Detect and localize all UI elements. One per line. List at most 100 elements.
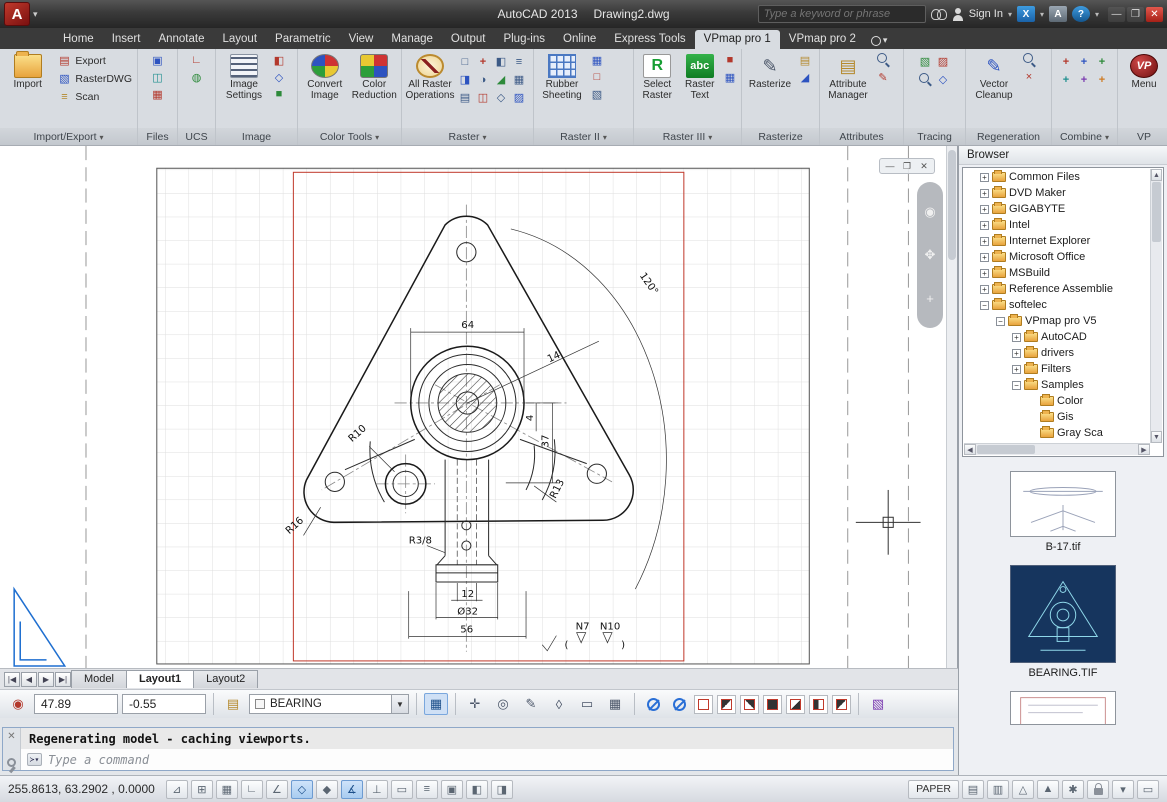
attributes-tool-icon[interactable] — [875, 52, 891, 68]
snap-tool-icon[interactable]: ✛ — [463, 693, 487, 715]
raster-fill-tool-icon[interactable] — [763, 695, 782, 714]
tree-item[interactable]: drivers — [964, 345, 1150, 361]
command-recent-icon[interactable]: ≻▾ — [27, 753, 42, 766]
raster-fill-tool-icon[interactable] — [832, 695, 851, 714]
expand-icon[interactable] — [1012, 365, 1021, 374]
raster-tool-icon[interactable] — [457, 72, 473, 87]
expand-icon[interactable] — [980, 253, 989, 262]
paper-model-toggle[interactable]: PAPER — [908, 780, 959, 799]
export-button[interactable]: Export — [54, 52, 134, 69]
raster-fill-tool-icon[interactable] — [809, 695, 828, 714]
ribbon-minimize-icon[interactable]: ▾ — [871, 35, 888, 49]
viewport-restore-icon[interactable]: ❐ — [900, 160, 914, 172]
ribbon-tab-plugins[interactable]: Plug-ins — [494, 30, 554, 49]
group-label-attributes[interactable]: Attributes — [820, 128, 903, 145]
ribbon-tab-annotate[interactable]: Annotate — [149, 30, 213, 49]
raster-tool-icon[interactable] — [457, 54, 473, 69]
command-window[interactable]: ✕ Regenerating model - caching viewports… — [2, 727, 954, 771]
command-prompt[interactable]: ≻▾ Type a command — [21, 749, 953, 770]
group-label-import-export[interactable]: Import/Export — [0, 128, 137, 145]
expand-icon[interactable] — [980, 205, 989, 214]
ribbon-tab-parametric[interactable]: Parametric — [266, 30, 340, 49]
group-label-raster3[interactable]: Raster III — [634, 128, 741, 145]
search-input[interactable] — [758, 5, 926, 23]
group-label-rasterize[interactable]: Rasterize — [742, 128, 819, 145]
rasterdwg-button[interactable]: RasterDWG — [54, 70, 134, 87]
snap-mode-icon[interactable]: ⊞ — [191, 780, 213, 799]
raster-fill-tool-icon[interactable] — [694, 695, 713, 714]
quick-view-drawings-icon[interactable]: ▥ — [987, 780, 1009, 799]
rubber-sheeting-button[interactable]: Rubber Sheeting — [537, 52, 587, 103]
drawing-canvas[interactable]: 120° 64 14 37 4 — [0, 146, 958, 668]
convert-image-button[interactable]: Convert Image — [301, 52, 349, 103]
group-label-vp[interactable]: VP — [1118, 128, 1167, 145]
group-label-color-tools[interactable]: Color Tools — [298, 128, 401, 145]
tree-item[interactable]: softelec — [964, 297, 1150, 313]
group-label-raster[interactable]: Raster — [402, 128, 533, 145]
group-label-ucs[interactable]: UCS — [178, 128, 215, 145]
annotation-scale-icon[interactable]: △ — [1012, 780, 1034, 799]
combine-tool-icon[interactable] — [1076, 72, 1092, 87]
scroll-up-icon[interactable]: ▲ — [1151, 169, 1162, 181]
select-grid-tool-icon[interactable]: ▦ — [603, 693, 627, 715]
tree-item[interactable]: Gis — [964, 409, 1150, 425]
all-raster-operations-button[interactable]: All Raster Operations — [405, 52, 455, 103]
raster-fill-tool-icon[interactable] — [786, 695, 805, 714]
collapse-icon[interactable] — [980, 301, 989, 310]
last-layout-icon[interactable]: ▶| — [55, 672, 71, 687]
tab-layout2[interactable]: Layout2 — [193, 670, 258, 688]
tree-item[interactable]: Gray Sca — [964, 425, 1150, 441]
tree-horizontal-scrollbar[interactable]: ◀ ▶ — [964, 443, 1150, 455]
navigation-bar[interactable]: ◉ ✥ + — [917, 182, 943, 328]
group-label-files[interactable]: Files — [138, 128, 177, 145]
close-button[interactable]: ✕ — [1146, 7, 1163, 22]
dynamic-input-icon[interactable]: ▭ — [391, 780, 413, 799]
raster-tool-icon[interactable] — [475, 90, 491, 105]
image-settings-button[interactable]: Image Settings — [219, 52, 269, 103]
transparency-icon[interactable]: ▣ — [441, 780, 463, 799]
combine-tool-icon[interactable] — [1076, 54, 1092, 69]
scroll-right-icon[interactable]: ▶ — [1138, 444, 1150, 455]
image-tool-icon[interactable] — [271, 69, 287, 85]
tree-item[interactable]: Filters — [964, 361, 1150, 377]
command-customize-icon[interactable] — [7, 758, 16, 767]
image-tool-icon[interactable] — [271, 86, 287, 102]
help-icon[interactable]: ? — [1072, 6, 1090, 22]
tree-vertical-scrollbar[interactable]: ▲ ▼ — [1150, 169, 1162, 443]
thumbnail-partial[interactable] — [1010, 691, 1116, 725]
next-layout-icon[interactable]: ▶ — [38, 672, 54, 687]
sign-in-link[interactable]: Sign In — [969, 8, 1003, 20]
tree-item[interactable]: Common Files — [964, 169, 1150, 185]
file-copy-icon[interactable] — [150, 69, 166, 85]
tree-item[interactable]: VPmap pro V5 — [964, 313, 1150, 329]
viewport-minimize-icon[interactable]: — — [883, 160, 897, 172]
infer-constraints-icon[interactable]: ⊿ — [166, 780, 188, 799]
toolbar-lock-icon[interactable] — [1087, 780, 1109, 799]
raster-tool-icon[interactable] — [475, 54, 491, 69]
ribbon-tab-layout[interactable]: Layout — [214, 30, 267, 49]
lineweight-icon[interactable]: ≡ — [416, 780, 438, 799]
tracker-icon[interactable]: ◉ — [6, 693, 30, 715]
ribbon-tab-express-tools[interactable]: Express Tools — [605, 30, 694, 49]
expand-icon[interactable] — [980, 269, 989, 278]
file-grid-icon[interactable] — [150, 86, 166, 102]
object-snap-tracking-icon[interactable]: ∡ — [341, 780, 363, 799]
grid-display-icon[interactable]: ▦ — [216, 780, 238, 799]
folder-tree[interactable]: Common Files DVD Maker GIGABYTE Intel In… — [962, 167, 1164, 457]
minimize-button[interactable]: — — [1108, 7, 1125, 22]
tracing-tool-icon[interactable] — [935, 72, 951, 87]
tree-item[interactable]: Microsoft Office — [964, 249, 1150, 265]
tracing-magnifier-icon[interactable] — [917, 72, 933, 87]
raster3-tool-icon[interactable] — [722, 52, 738, 68]
combine-tool-icon[interactable] — [1058, 54, 1074, 69]
layers-icon[interactable]: ▤ — [221, 693, 245, 715]
combine-tool-icon[interactable] — [1058, 72, 1074, 87]
raster-tool-icon[interactable] — [493, 72, 509, 87]
thumbnail-b17[interactable] — [1010, 471, 1116, 537]
tab-layout1[interactable]: Layout1 — [126, 670, 194, 688]
rasterize-button[interactable]: ✎ Rasterize — [745, 52, 795, 93]
ucs-world-icon[interactable] — [189, 69, 205, 85]
tree-item[interactable]: DVD Maker — [964, 185, 1150, 201]
select-raster-button[interactable]: R Select Raster — [637, 52, 678, 103]
pan-icon[interactable]: ✥ — [925, 247, 936, 263]
